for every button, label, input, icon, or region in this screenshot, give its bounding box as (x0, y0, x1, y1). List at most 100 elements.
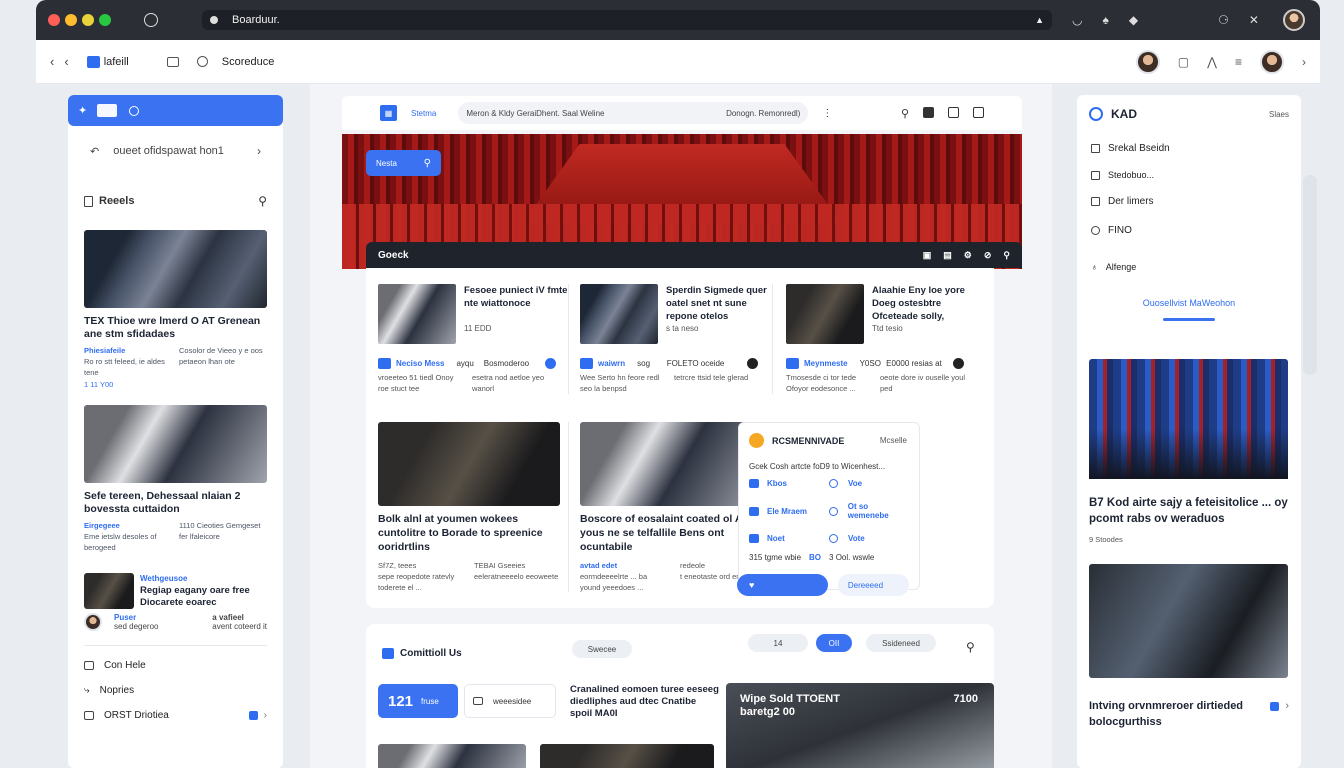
widget-option[interactable]: Vote (829, 534, 909, 543)
back-arrow-icon[interactable]: ↶ (90, 145, 99, 158)
extension-icon[interactable]: ♠ (1102, 13, 1108, 27)
profile-avatar[interactable] (1282, 9, 1305, 31)
site-logo-icon[interactable]: ▦ (380, 105, 397, 121)
thumbnail[interactable] (378, 744, 526, 768)
right-item[interactable]: FINO (1091, 225, 1287, 236)
share-icon[interactable]: ⚆ (1218, 13, 1229, 27)
minimize-window-button[interactable] (65, 14, 77, 26)
text-field[interactable]: weeesidee (464, 684, 556, 718)
app-brand[interactable]: lafeill (86, 55, 129, 68)
downloads-icon[interactable]: ◆ (1129, 13, 1138, 27)
search-icon[interactable]: ⚲ (966, 640, 975, 654)
featured-image[interactable] (1089, 359, 1288, 479)
filter-pill[interactable]: Ssideneed (866, 634, 936, 652)
filter-pill[interactable]: 14 (748, 634, 808, 652)
account-avatar[interactable] (1260, 49, 1284, 74)
right-story-title[interactable]: B7 Kod airte sajy a feteisitolice ... oy… (1089, 495, 1289, 527)
search-icon[interactable]: ⚲ (258, 194, 267, 208)
right-center-link[interactable]: Ouosellvist MaWeohon (1077, 298, 1301, 308)
settings-icon[interactable]: ⚙ (964, 250, 972, 261)
schedule-label[interactable]: Scoreduce (222, 56, 275, 68)
scrollbar[interactable] (1303, 175, 1317, 375)
list-item[interactable]: Wethgeusoe Regiap eagany oare free Dioca… (84, 573, 267, 609)
search-input[interactable]: Meron & Kldy GeraiDhent. Saal Weline Don… (458, 102, 809, 124)
hero-button-label: Nesta (376, 158, 397, 168)
zoom-window-button[interactable] (82, 14, 94, 26)
puzzle-icon[interactable]: ✦ (78, 104, 87, 117)
featured-image[interactable] (1089, 564, 1288, 678)
widget-option[interactable]: Ele Mraem (749, 502, 829, 520)
status-badge (1270, 702, 1280, 711)
user-avatar[interactable] (1135, 49, 1160, 74)
fullscreen-window-button[interactable] (99, 14, 111, 26)
sidebar-item-orst[interactable]: ORST Driotiea › (84, 710, 267, 721)
chevron-right-icon[interactable]: › (1302, 55, 1306, 69)
location-icon[interactable] (129, 105, 140, 116)
right-item[interactable]: ♁ Alfenge (1091, 262, 1287, 272)
widget-option[interactable]: Kbos (749, 479, 829, 488)
window-icon[interactable] (97, 104, 118, 117)
info-icon[interactable] (747, 358, 758, 369)
breadcrumb[interactable]: ↶ oueet ofidspawat hon1 › (90, 144, 261, 158)
more-icon[interactable]: ⋮ (822, 108, 832, 119)
eject-icon[interactable]: ▲ (1035, 15, 1044, 25)
widget-option[interactable]: Ot so wemenebe (829, 502, 909, 520)
search-label[interactable]: Stetma (411, 109, 436, 118)
primary-action-button[interactable]: ♥ (737, 574, 828, 596)
news-title: Fesoee puniect iV fmte nte wiattonoce (464, 285, 568, 309)
info-icon[interactable] (545, 358, 556, 369)
search-text: Meron & Kldy GeraiDhent. Saal Weline (466, 108, 605, 118)
address-bar[interactable]: Boarduur. ▲ (202, 10, 1052, 30)
list-item[interactable]: Sefe tereen, Dehessaal nlaian 2 bovessta… (84, 405, 267, 553)
list-item[interactable]: TEX Thioe wre lmerd O AT Grenean ane stm… (84, 230, 267, 389)
close-window-button[interactable] (48, 14, 60, 26)
window-icon[interactable] (948, 106, 959, 118)
search-icon[interactable]: ⚲ (901, 107, 909, 120)
byline-label: Puser (114, 613, 137, 622)
author-avatar[interactable] (84, 613, 102, 631)
print-icon[interactable] (973, 106, 984, 118)
sidebar-item-con-hele[interactable]: Con Hele (84, 660, 267, 671)
copy-icon[interactable]: ▤ (943, 250, 952, 261)
layout-icon[interactable]: ▢ (1178, 55, 1189, 69)
sidebar-item-nopries[interactable]: ⤷ Nopries (84, 685, 267, 696)
right-item[interactable]: Der limers (1091, 196, 1287, 207)
back-icon[interactable]: ‹ (50, 54, 54, 69)
widget-option[interactable]: Voe (829, 479, 909, 488)
history-icon[interactable] (144, 13, 158, 27)
chevron-right-icon[interactable]: › (257, 144, 261, 158)
info-icon[interactable] (952, 358, 964, 369)
filter-pill[interactable]: Swecee (572, 640, 632, 658)
feature-story[interactable]: Bolk alnl at youmen wokees cuntolitre to… (378, 422, 560, 593)
inbox-icon[interactable] (166, 56, 179, 67)
pin-icon[interactable]: ⋀ (1207, 55, 1217, 69)
widget-option[interactable]: Noet (749, 534, 829, 543)
forward-icon[interactable]: ‹ (64, 54, 68, 69)
story-meta-right: 1110 Cieoties Gemgeset fer lfaleicore (179, 521, 261, 541)
grid-icon[interactable]: ▣ (923, 250, 932, 261)
tools-icon[interactable]: ✕ (1249, 13, 1259, 27)
hero-search-button[interactable]: Nesta ⚲ (366, 150, 441, 176)
filter-pill-active[interactable]: OII (816, 634, 852, 652)
feature-meta-left: sepe reopedote ratevly toderete el ... (378, 572, 455, 592)
widget-more-link[interactable]: Mcselle (880, 436, 907, 445)
right-header-link[interactable]: Slaes (1269, 110, 1289, 119)
thumbnail[interactable] (540, 744, 714, 768)
schedule-icon[interactable] (196, 56, 208, 67)
right-item[interactable]: Stedobuo... (1091, 170, 1287, 180)
community-image[interactable]: Wipe Sold TTOENT baretg2 00 7100 (726, 683, 994, 768)
site-info-icon[interactable] (210, 16, 218, 24)
count-button[interactable]: 121 fruse (378, 684, 458, 718)
right-footer-story[interactable]: Intving orvnmreroer dirtieded bolocgurth… (1089, 698, 1289, 730)
filter-icon[interactable]: ⊘ (984, 250, 992, 261)
shield-icon[interactable]: ◡ (1072, 13, 1082, 27)
chevron-right-icon[interactable]: › (264, 710, 267, 721)
search-icon[interactable]: ⚲ (1003, 250, 1010, 261)
right-item[interactable]: Srekal Bseidn (1091, 143, 1287, 154)
secondary-action-button[interactable]: Dereeeed (837, 574, 909, 596)
chevron-right-icon[interactable]: › (1285, 698, 1289, 714)
feature-story[interactable]: Boscore of eosalaint coated ol Avle yous… (580, 422, 762, 593)
menu-icon[interactable]: ≡ (1235, 55, 1242, 69)
bookmark-icon[interactable] (923, 106, 934, 118)
news-meta-right: esetra nod aetloe yeo wanorl (472, 373, 545, 393)
